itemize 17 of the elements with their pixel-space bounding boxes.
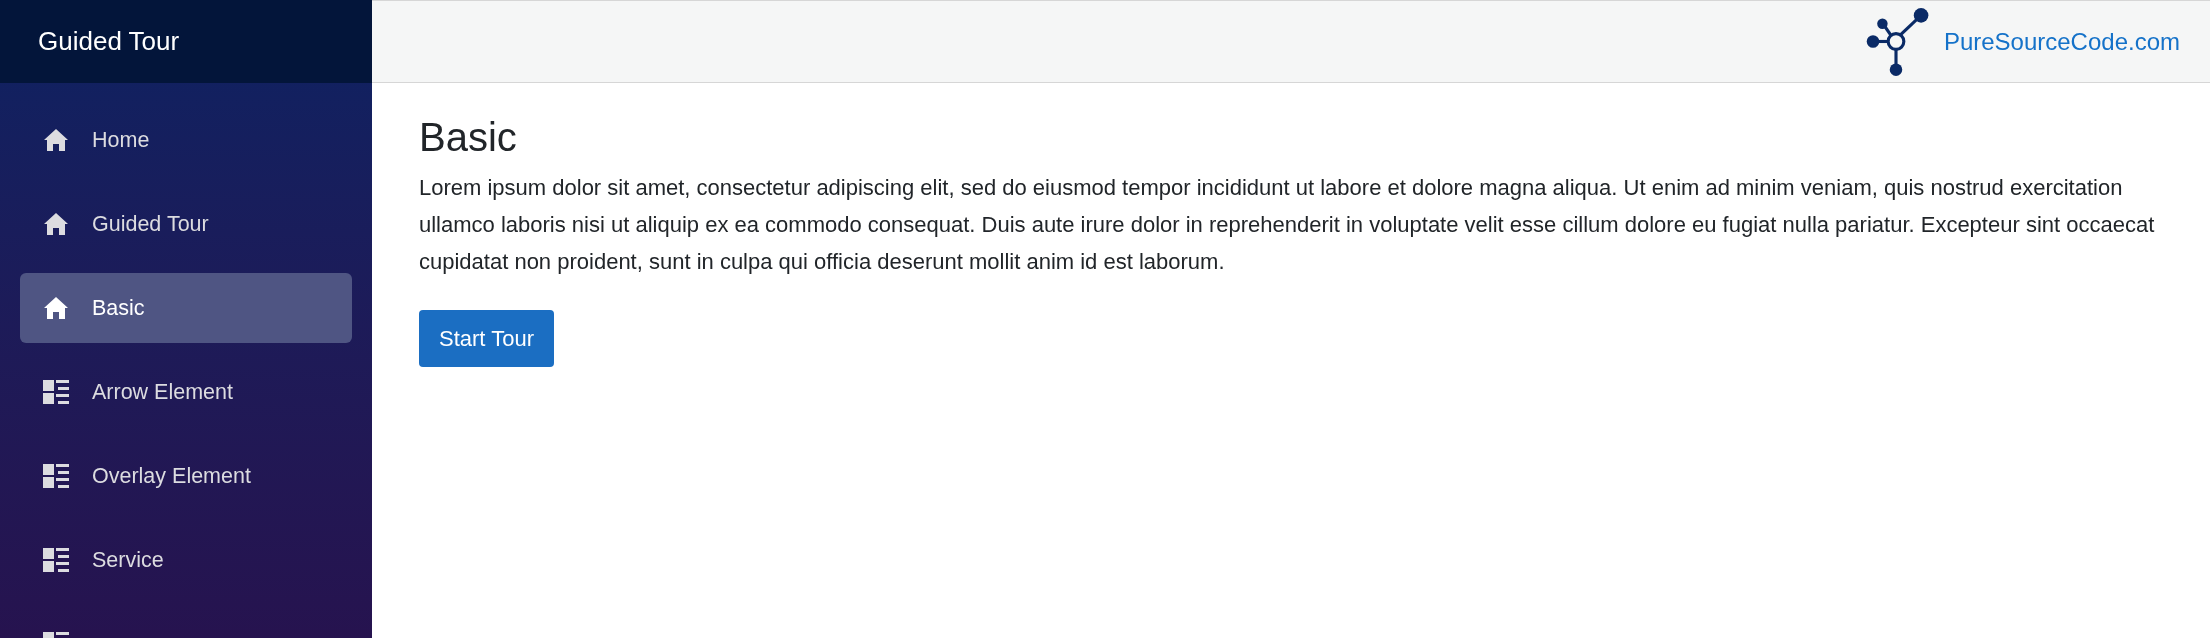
home-icon: [43, 128, 69, 152]
description-text: Lorem ipsum dolor sit amet, consectetur adipiscing elit, sed do eiusmod tempor incididunt ut labore et dolore magna aliqua. Ut enim ad minim veniam, quis nostrud exercitation ullamco laboris nisi ut aliquip ex ea commodo consequat. Duis aute irure dolor in reprehenderit in voluptate velit esse cillum dolore eu fugiat nulla pariatur. Excepteur sint occaecat cupidatat non proident, sunt in culpa qui officia deserunt mollit anim id est laborum.: [419, 174, 2156, 276]
nav-item[interactable]: Basic: [20, 273, 352, 343]
nav-item[interactable]: Arrow Element: [20, 357, 352, 427]
home-icon: [43, 212, 69, 236]
list-icon: [43, 464, 69, 488]
brand-link[interactable]: PureSourceCode.com: [1943, 23, 2180, 60]
list-icon: [43, 548, 69, 572]
home-icon: [43, 296, 69, 320]
nav-item[interactable]: Guided Tour: [20, 189, 352, 259]
start-tour-button[interactable]: Start Tour: [419, 310, 554, 367]
page-heading: Basic: [419, 114, 517, 161]
app-title: Guided Tour: [38, 25, 180, 58]
list-icon: [43, 380, 69, 404]
nav-item[interactable]: Home: [20, 105, 352, 175]
nav-item[interactable]: Service: [20, 525, 352, 595]
nav-item[interactable]: Overlay Element: [20, 441, 352, 511]
